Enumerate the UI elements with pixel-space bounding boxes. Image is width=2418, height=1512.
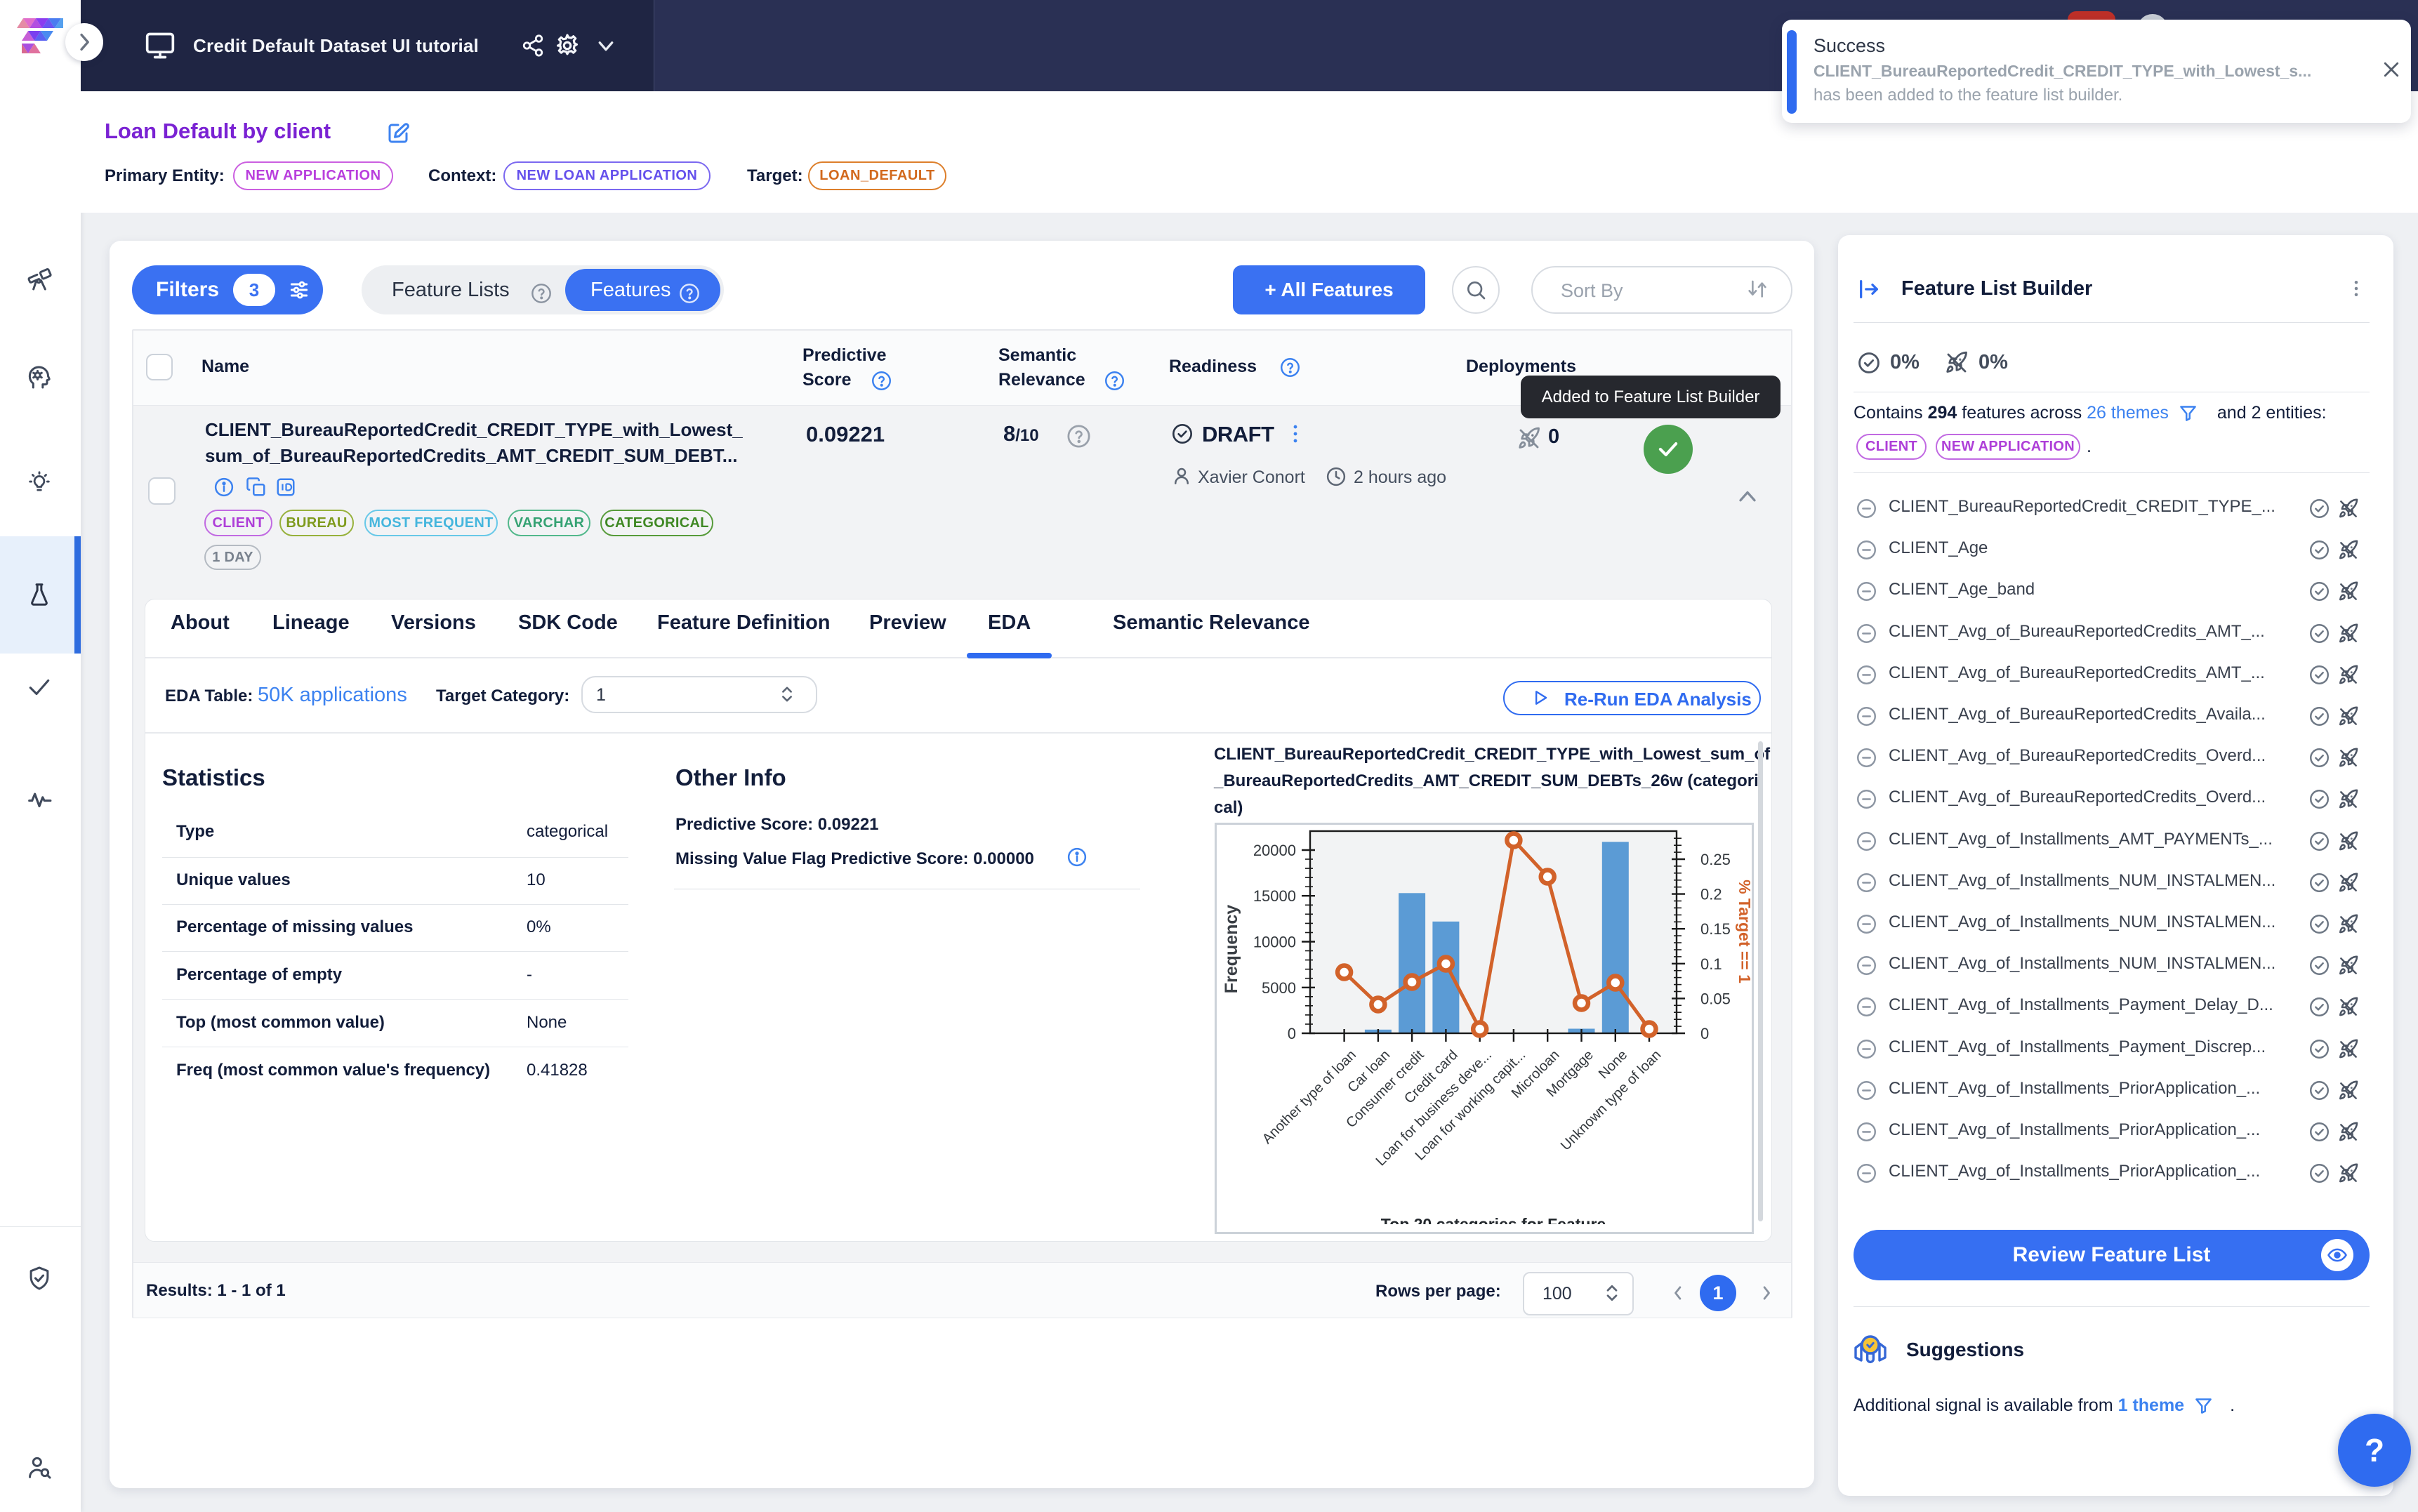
svg-text:0.1: 0.1 [1700,955,1722,973]
svg-text:% Target == 1: % Target == 1 [1736,880,1752,983]
svg-text:20000: 20000 [1253,842,1296,859]
svg-text:0.05: 0.05 [1700,990,1731,1007]
svg-text:0.2: 0.2 [1700,886,1722,903]
svg-text:Another type of loan: Another type of loan [1260,1047,1359,1147]
svg-text:0: 0 [1700,1025,1709,1042]
svg-text:Frequency: Frequency [1222,905,1241,994]
svg-text:15000: 15000 [1253,887,1296,905]
svg-text:Top 20 categories for Feature: Top 20 categories for Feature [1381,1215,1606,1224]
svg-text:0.25: 0.25 [1700,851,1731,868]
svg-text:5000: 5000 [1262,979,1296,997]
svg-text:10000: 10000 [1253,934,1296,951]
svg-text:0.15: 0.15 [1700,920,1731,938]
svg-text:0: 0 [1288,1025,1296,1042]
